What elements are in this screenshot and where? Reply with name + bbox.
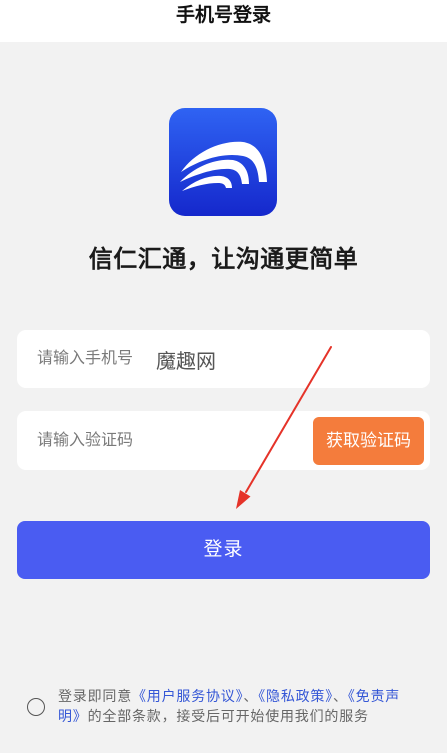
verification-code-input[interactable]: [37, 411, 307, 470]
user-agreement-link[interactable]: 《用户服务协议》: [132, 688, 243, 704]
agreement-prefix: 登录即同意: [58, 688, 132, 704]
slogan: 信仁汇通，让沟通更简单: [88, 246, 359, 273]
phone-field: 魔趣网: [17, 330, 430, 388]
code-field: 获取验证码: [17, 411, 430, 470]
page-title: 手机号登录: [175, 5, 271, 26]
agreement-radio[interactable]: [27, 698, 45, 716]
top-bar: 手机号登录: [0, 0, 447, 42]
phone-input[interactable]: [37, 330, 417, 388]
agreement-suffix: 的全部条款，接受后可开始使用我们的服务: [87, 707, 369, 724]
login-button[interactable]: 登录: [17, 521, 430, 579]
agreement-separator: 、: [243, 688, 259, 704]
agreement-text: 登录即同意《用户服务协议》、《隐私政策》、《免责声明》的全部条款，接受后可开始使…: [58, 687, 402, 726]
app-logo-wave-icon: [169, 108, 277, 216]
get-code-button[interactable]: 获取验证码: [313, 417, 424, 465]
privacy-policy-link[interactable]: 《隐私政策》: [258, 688, 333, 704]
agreement-separator: 、: [333, 688, 348, 704]
